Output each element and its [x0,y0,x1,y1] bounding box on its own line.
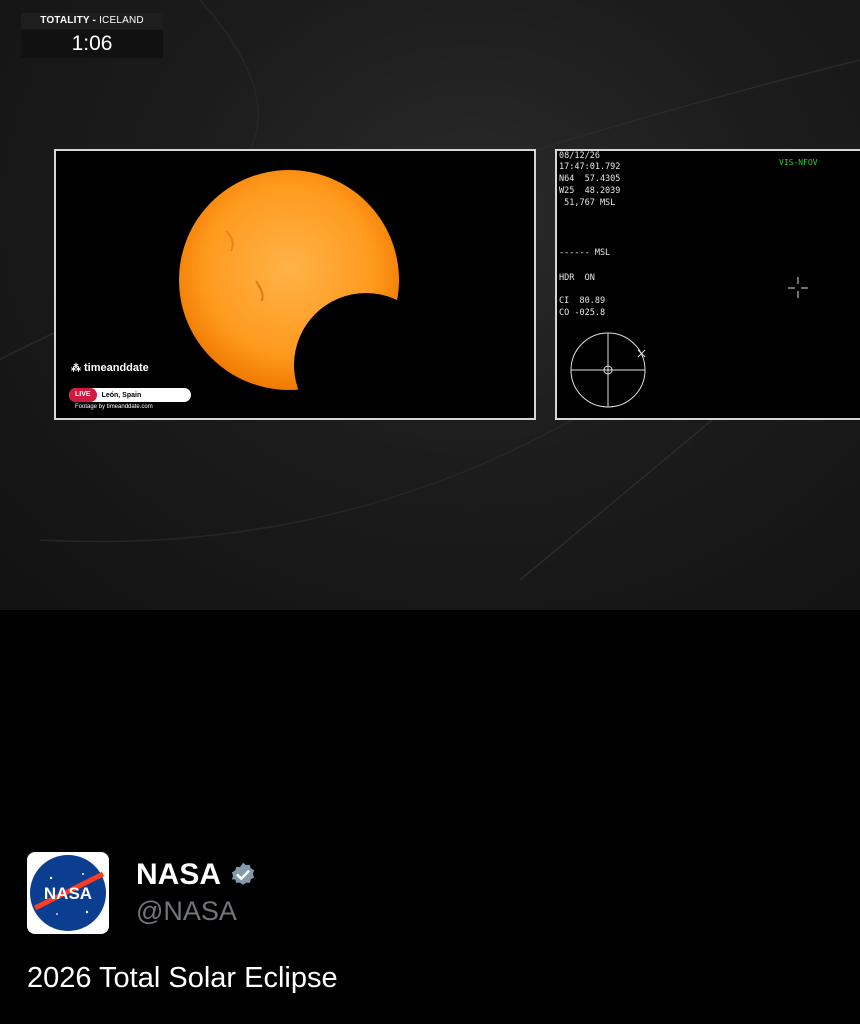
verified-badge-icon [231,862,255,885]
totality-label: TOTALITY - ICELAND [21,13,163,29]
totality-region: ICELAND [99,15,144,26]
countdown-timer: 1:06 [21,30,163,58]
timeanddate-icon: ⁂ [71,362,81,374]
live-location-bar: LIVE León, Spain [69,388,191,402]
partial-eclipse-sun [179,170,438,418]
post-text: 2026 Total Solar Eclipse [27,962,338,994]
solar-feed-panel: ⁂ timeanddate LIVE León, Spain Footage b… [54,149,536,420]
author-name-row[interactable]: NASA [136,858,257,892]
nasa-wordmark: NASA [44,884,92,903]
timeanddate-logo: ⁂ timeanddate [71,362,149,374]
profile-avatar[interactable]: NASA [27,852,109,934]
video-player[interactable]: TOTALITY - ICELAND 1:06 ⁂ timeanddate LI… [0,0,860,610]
targeting-reticle [570,277,808,408]
brand-name: timeanddate [84,362,149,374]
author-name[interactable]: NASA [136,858,221,892]
footage-credit: Footage by timeanddate.com [75,404,153,410]
live-badge: LIVE [69,388,97,402]
totality-label-prefix: TOTALITY - [40,15,97,26]
aircraft-camera-panel: 08/12/26 17:47:01.792 N64 57.4305 W25 48… [555,149,860,420]
feed-location: León, Spain [101,391,142,399]
nasa-meatball-icon: NASA [30,855,106,931]
totality-countdown: TOTALITY - ICELAND 1:06 [21,13,163,59]
author-handle[interactable]: @NASA [136,896,237,927]
